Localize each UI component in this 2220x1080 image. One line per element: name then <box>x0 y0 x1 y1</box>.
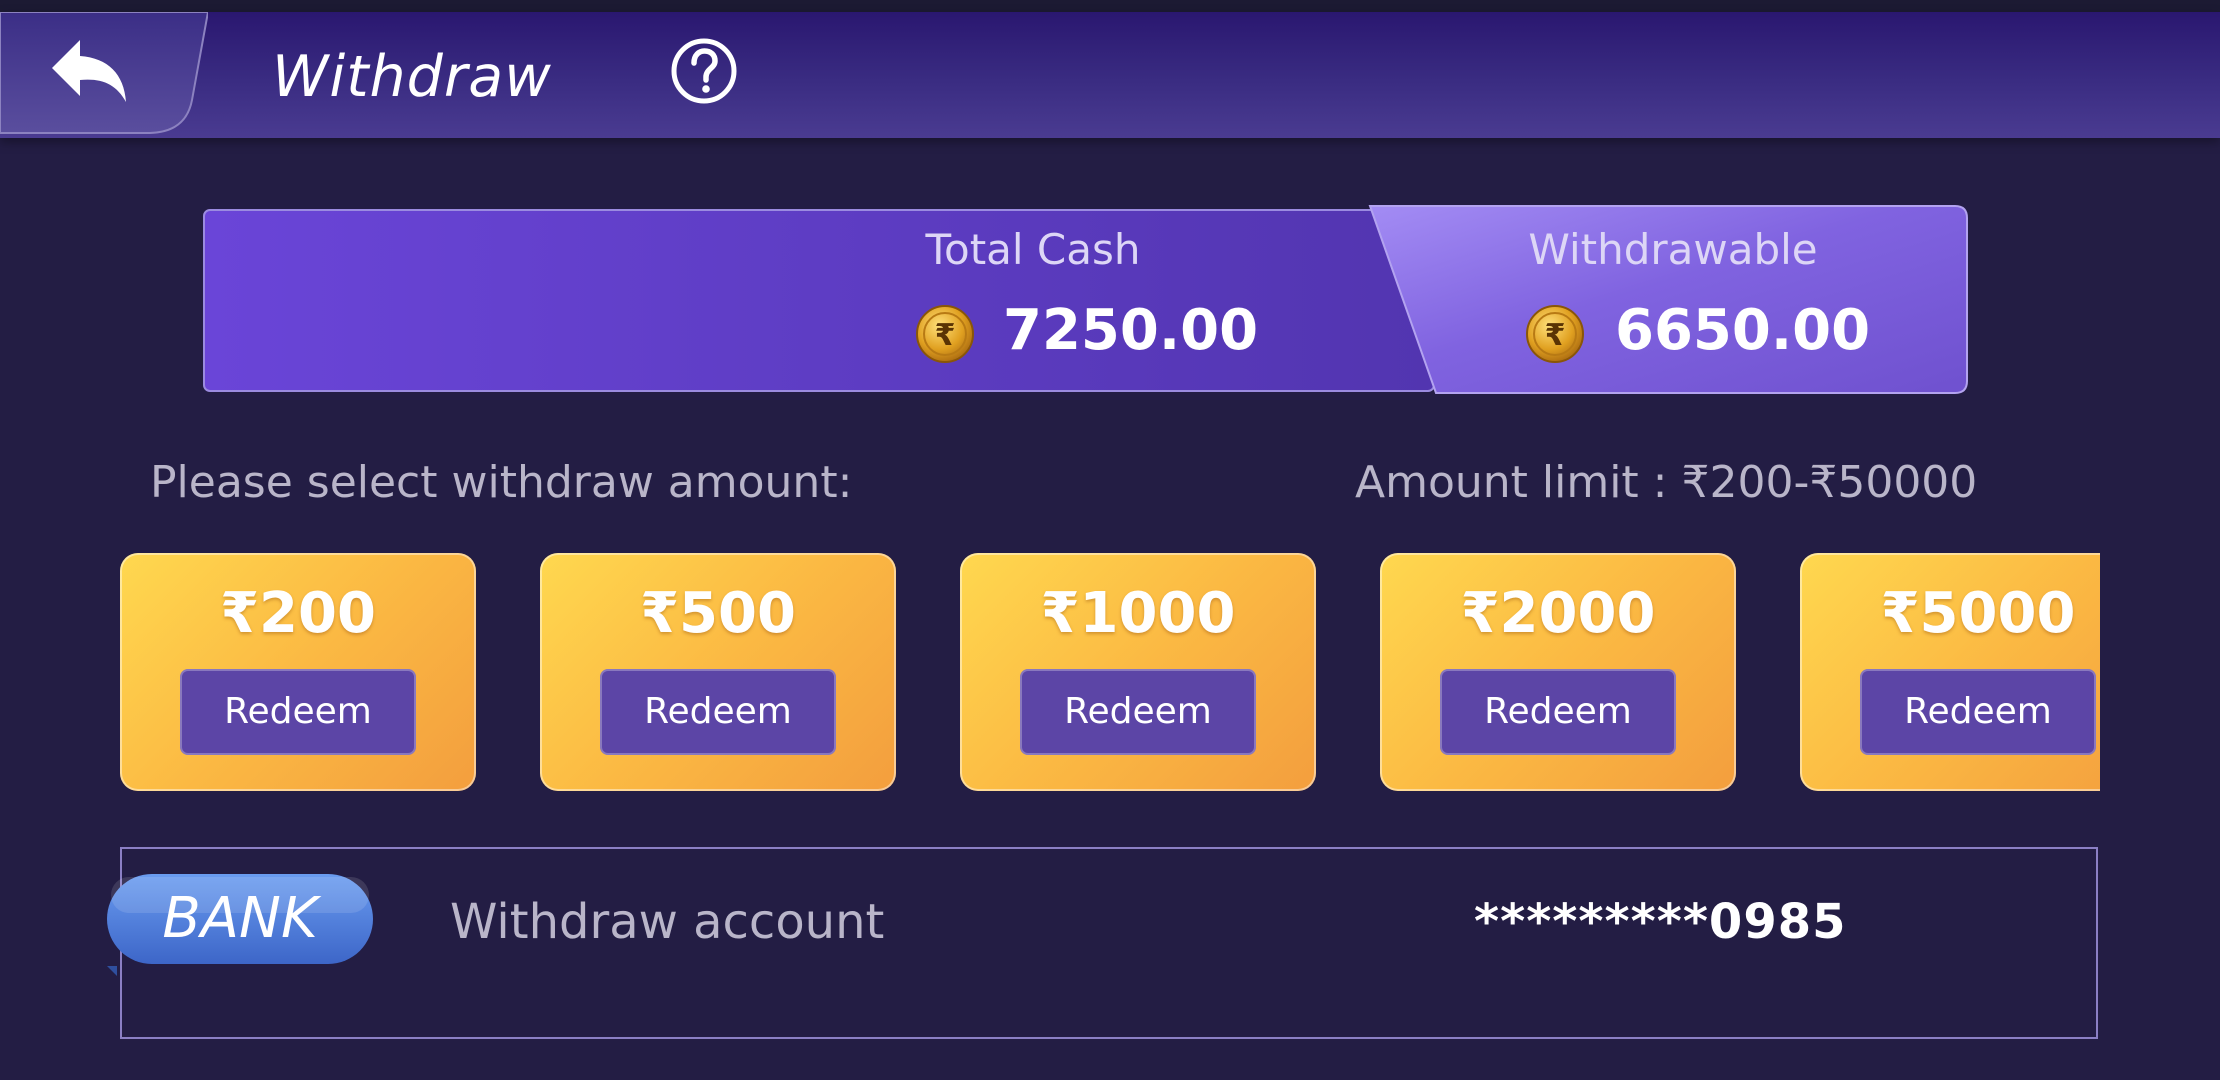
withdraw-account-number: *********0985 <box>1474 894 1847 950</box>
help-icon[interactable] <box>670 37 738 105</box>
amount-value: ₹1000 <box>1040 581 1236 646</box>
amount-option-1000[interactable]: ₹1000 Redeem <box>960 553 1316 791</box>
status-strip <box>0 0 2220 12</box>
redeem-button[interactable]: Redeem <box>180 669 416 755</box>
withdraw-account-label: Withdraw account <box>450 894 885 950</box>
amount-option-5000[interactable]: ₹5000 Redeem <box>1800 553 2100 791</box>
redeem-button[interactable]: Redeem <box>1020 669 1256 755</box>
total-cash-coin-symbol: ₹ <box>935 318 956 353</box>
back-arrow-icon <box>52 40 126 102</box>
amount-value: ₹2000 <box>1460 581 1656 646</box>
withdrawable-coin-icon: ₹ <box>1526 305 1584 363</box>
balance-card: Total Cash ₹ 7250.00 Withdrawable ₹ 6650… <box>203 205 1969 395</box>
select-amount-prompt: Please select withdraw amount: <box>150 457 853 508</box>
redeem-button[interactable]: Redeem <box>1860 669 2096 755</box>
amount-options: ₹200 Redeem ₹500 Redeem ₹1000 Redeem ₹20… <box>120 553 2100 795</box>
redeem-button[interactable]: Redeem <box>600 669 836 755</box>
amount-limit: Amount limit : ₹200-₹50000 <box>1355 457 1978 508</box>
amount-value: ₹5000 <box>1880 581 2076 646</box>
amount-option-2000[interactable]: ₹2000 Redeem <box>1380 553 1736 791</box>
redeem-button[interactable]: Redeem <box>1440 669 1676 755</box>
total-cash-value: 7250.00 <box>1003 298 1259 363</box>
withdrawable-value: 6650.00 <box>1615 298 1871 363</box>
total-cash-coin-icon: ₹ <box>916 305 974 363</box>
back-button[interactable] <box>0 12 208 145</box>
withdrawable-label: Withdrawable <box>1528 225 1818 274</box>
page-title: Withdraw <box>272 44 552 110</box>
withdraw-page: Withdraw Total Cash ₹ 7250.00 Withdrawab… <box>0 0 2220 1080</box>
withdrawable-coin-symbol: ₹ <box>1545 318 1566 353</box>
amount-option-500[interactable]: ₹500 Redeem <box>540 553 896 791</box>
bank-tag: BANK <box>105 872 375 976</box>
amount-option-200[interactable]: ₹200 Redeem <box>120 553 476 791</box>
amount-value: ₹200 <box>220 581 376 646</box>
amount-value: ₹500 <box>640 581 796 646</box>
bank-tag-label: BANK <box>162 886 318 951</box>
total-cash-label: Total Cash <box>925 225 1141 274</box>
header-bar: Withdraw <box>0 12 2220 138</box>
